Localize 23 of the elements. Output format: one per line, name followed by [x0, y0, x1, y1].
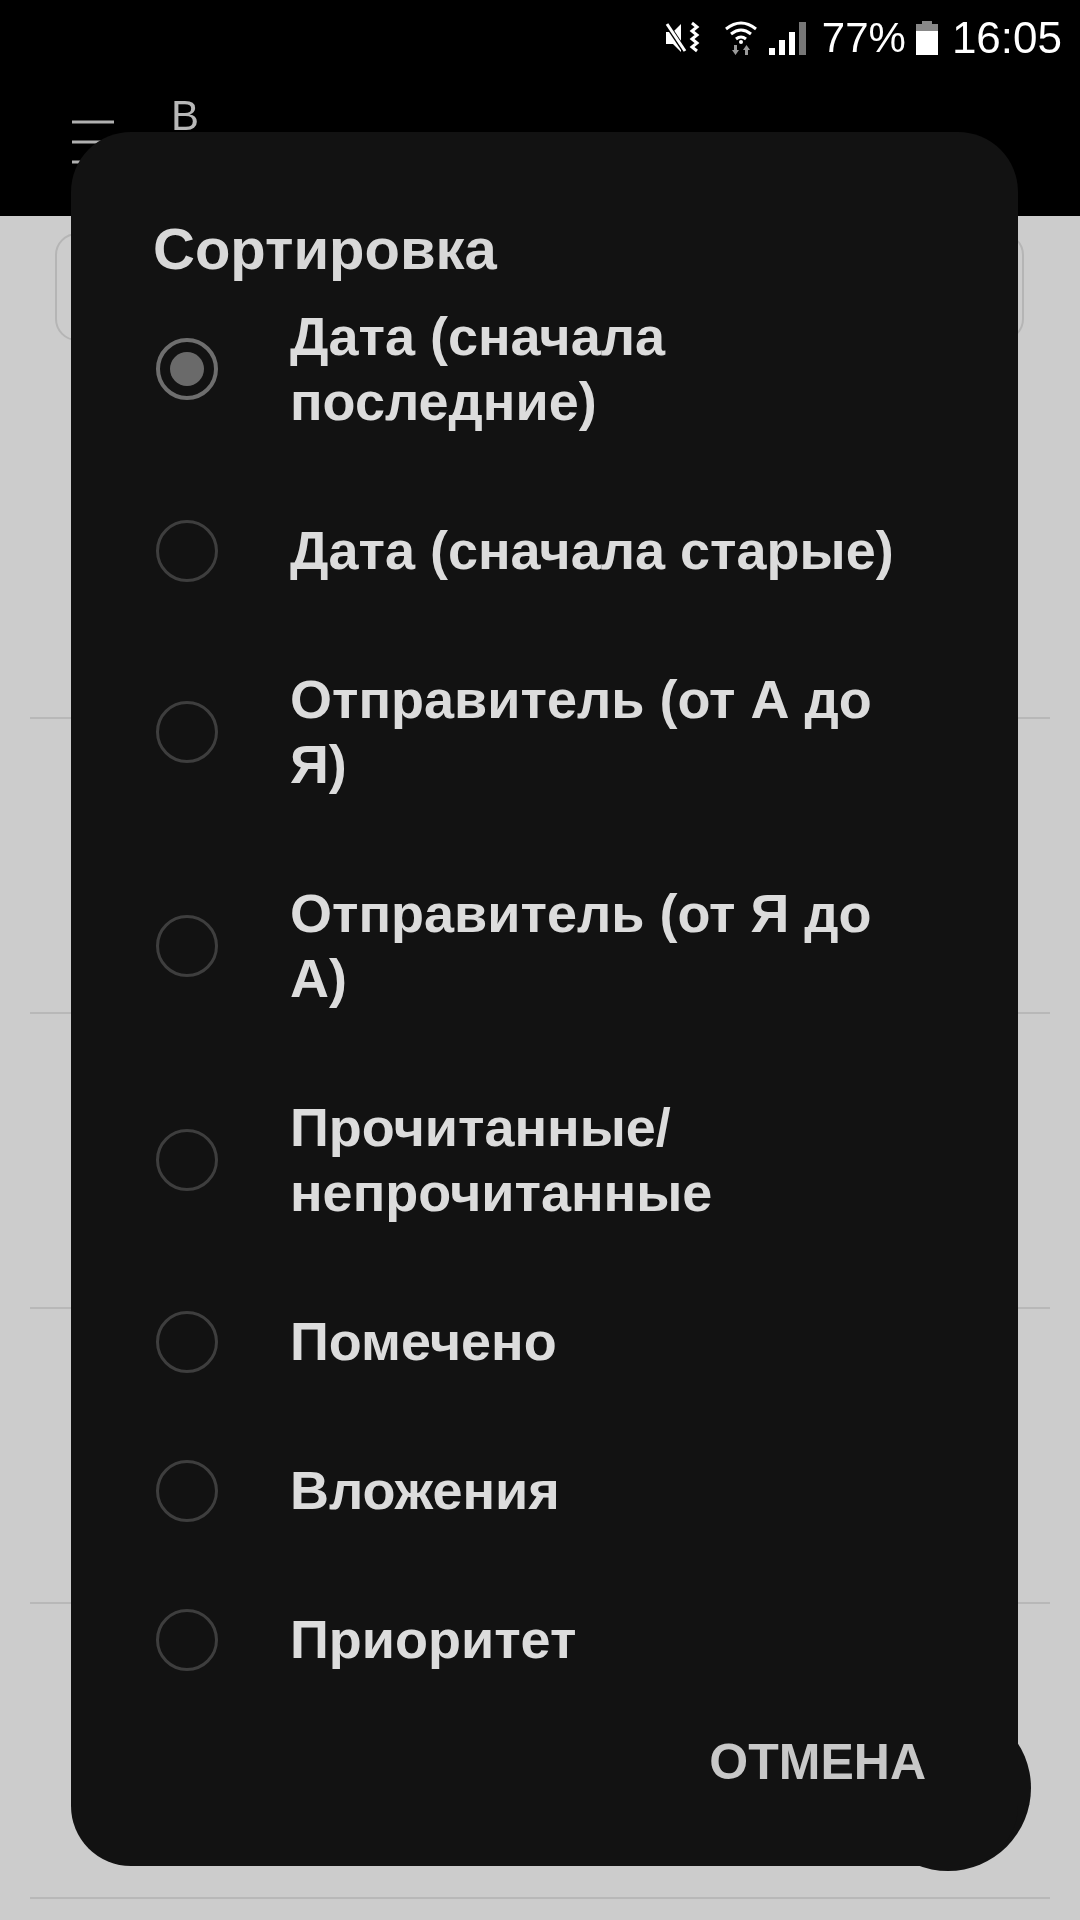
- clock-time: 16:05: [951, 16, 1062, 60]
- cancel-button[interactable]: ОТМЕНА: [689, 1714, 946, 1810]
- battery-percentage: 77%: [821, 17, 906, 59]
- sort-option[interactable]: Отправитель (от А до Я): [71, 625, 1018, 839]
- wifi-icon: [724, 21, 757, 55]
- radio-button[interactable]: [156, 1608, 218, 1671]
- radio-button[interactable]: [156, 915, 218, 977]
- radio-button[interactable]: [156, 1310, 218, 1373]
- radio-button[interactable]: [156, 519, 218, 582]
- app-bar-title: В: [171, 95, 199, 137]
- radio-button[interactable]: [156, 701, 218, 763]
- sort-option[interactable]: Приоритет: [71, 1565, 1018, 1714]
- radio-button[interactable]: [156, 338, 218, 400]
- sort-option[interactable]: Отправитель (от Я до А): [71, 839, 1018, 1053]
- battery-icon: [915, 21, 938, 55]
- mute-vibrate-icon: [664, 21, 701, 55]
- sort-option[interactable]: Вложения: [71, 1416, 1018, 1565]
- radio-button[interactable]: [156, 1459, 218, 1522]
- signal-icon: [768, 21, 806, 55]
- sort-option[interactable]: Помечено: [71, 1267, 1018, 1416]
- sort-option[interactable]: Дата (сначала старые): [71, 476, 1018, 625]
- radio-button[interactable]: [156, 1129, 218, 1191]
- sort-option[interactable]: Прочитанные/непрочитанные: [71, 1053, 1018, 1267]
